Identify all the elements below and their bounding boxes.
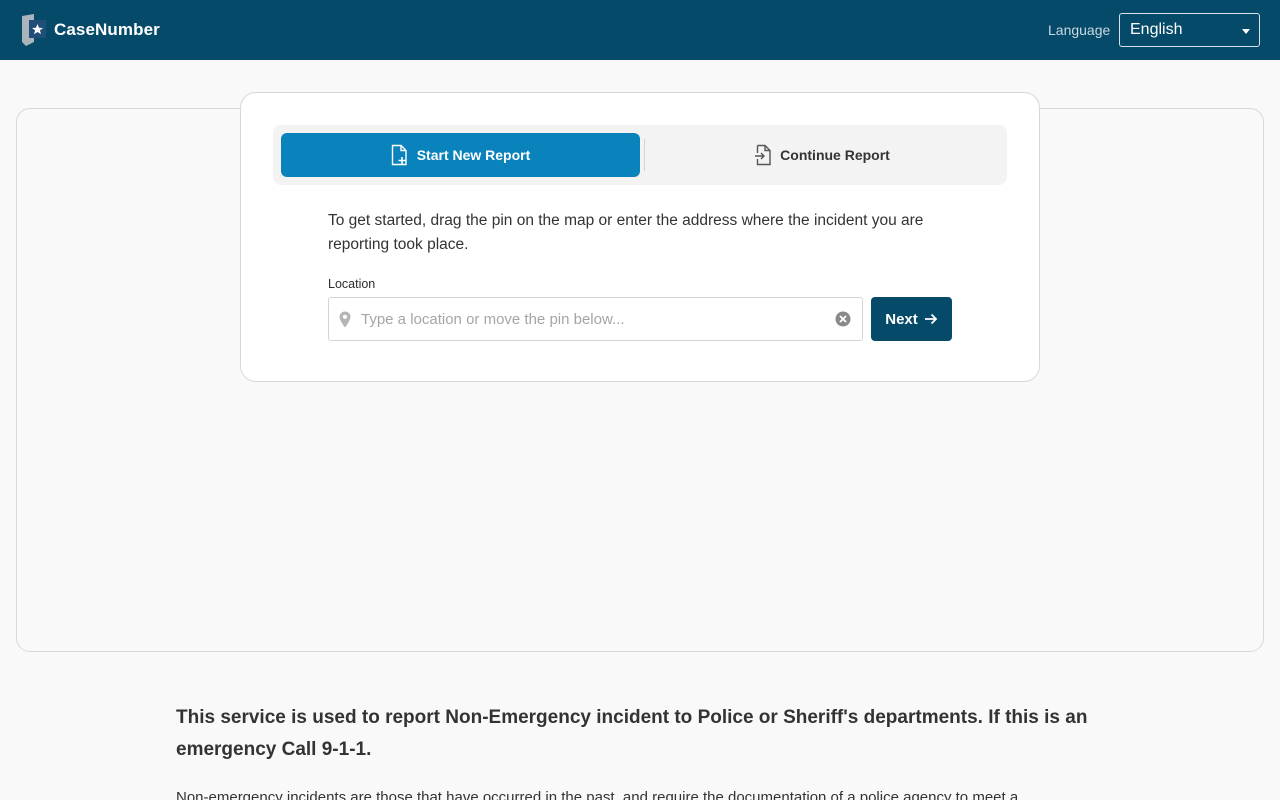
location-field <box>328 297 863 341</box>
service-info-heading: This service is used to report Non-Emerg… <box>176 707 1088 760</box>
brand-name: CaseNumber <box>54 20 160 39</box>
casenumber-logo-icon <box>20 14 46 46</box>
report-tabs: Start New Report Continue Report <box>273 125 1007 185</box>
tab-start-new-report[interactable]: Start New Report <box>281 133 640 177</box>
caret-down-icon <box>1242 29 1250 34</box>
tab-continue-report[interactable]: Continue Report <box>645 133 999 177</box>
language-selected-value: English <box>1130 21 1183 38</box>
clear-icon[interactable] <box>835 311 851 327</box>
report-start-card: Start New Report Continue Report To get … <box>240 92 1040 382</box>
tab-continue-report-label: Continue Report <box>780 147 890 163</box>
next-button-label: Next <box>885 310 918 328</box>
top-navigation-bar: CaseNumber Language English <box>0 0 1280 60</box>
language-label: Language <box>1048 22 1111 38</box>
document-import-icon <box>754 144 772 166</box>
next-button[interactable]: Next <box>871 297 952 341</box>
service-info-text: Non-emergency incidents are those that h… <box>176 789 1019 800</box>
arrow-right-icon <box>924 312 938 326</box>
language-select[interactable]: English <box>1119 13 1260 47</box>
intro-text: To get started, drag the pin on the map … <box>328 212 924 253</box>
location-label: Location <box>328 277 376 291</box>
new-document-icon <box>391 144 409 166</box>
brand[interactable]: CaseNumber <box>20 14 160 46</box>
map-pin-icon <box>339 311 351 328</box>
location-input[interactable] <box>361 299 821 339</box>
tab-start-new-report-label: Start New Report <box>416 147 531 163</box>
